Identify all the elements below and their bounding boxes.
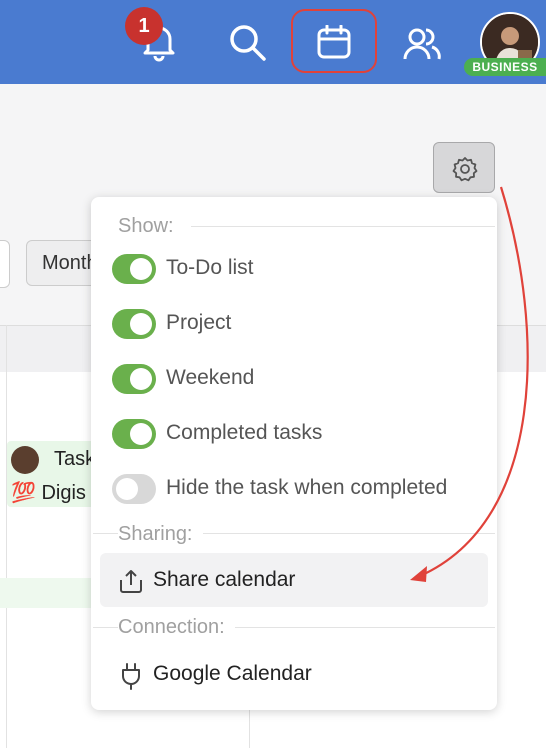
- annotation-arrow: [410, 186, 529, 582]
